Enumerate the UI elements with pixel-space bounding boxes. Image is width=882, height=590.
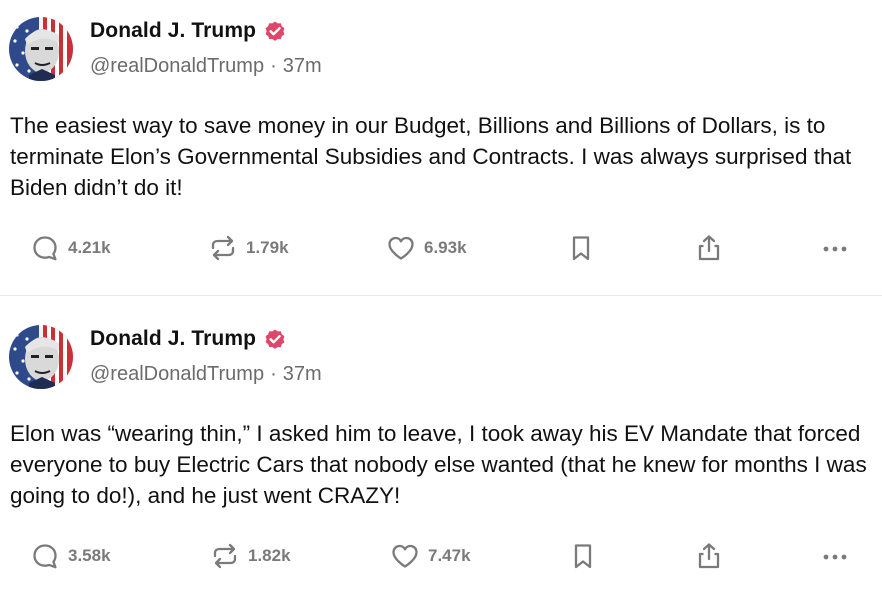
repost-count: 1.82k — [248, 546, 291, 565]
verified-badge-icon — [265, 21, 285, 41]
author-name[interactable]: Donald J. Trump — [90, 19, 256, 43]
like-count: 7.47k — [428, 546, 471, 565]
author-name[interactable]: Donald J. Trump — [90, 327, 256, 351]
post-actions: 3.58k 1.82k 7.47k — [0, 536, 882, 576]
bookmark-button[interactable] — [566, 228, 596, 268]
post-time[interactable]: 37m — [283, 363, 322, 385]
post: Donald J. Trump @realDonaldTrump · 37m The… — [0, 0, 882, 295]
post-actions: 4.21k 1.79k 6.93k — [0, 228, 882, 268]
more-icon — [823, 246, 847, 252]
repost-icon — [213, 543, 237, 569]
reply-button[interactable]: 4.21k — [30, 228, 111, 268]
reply-button[interactable]: 3.58k — [30, 536, 111, 576]
more-button[interactable] — [820, 228, 850, 268]
repost-button[interactable]: 1.82k — [210, 536, 291, 576]
reply-count: 3.58k — [68, 546, 111, 565]
author-row: Donald J. Trump — [90, 17, 287, 45]
post: Donald J. Trump @realDonaldTrump · 37m Elo… — [0, 295, 882, 590]
bookmark-icon — [572, 236, 590, 261]
repost-icon — [211, 235, 235, 261]
verified-badge-icon — [265, 329, 285, 349]
bookmark-button[interactable] — [568, 536, 598, 576]
post-meta: @realDonaldTrump · 37m — [90, 55, 322, 78]
post-meta: @realDonaldTrump · 37m — [90, 363, 322, 386]
post-text: Elon was “wearing thin,” I asked him to … — [10, 421, 867, 508]
more-button[interactable] — [820, 536, 850, 576]
heart-icon — [392, 544, 418, 568]
bookmark-icon — [574, 544, 592, 569]
share-button[interactable] — [694, 228, 724, 268]
author-row: Donald J. Trump — [90, 325, 287, 353]
post-time[interactable]: 37m — [283, 55, 322, 77]
heart-icon — [388, 236, 414, 260]
author-handle[interactable]: @realDonaldTrump — [90, 363, 264, 385]
meta-separator: · — [270, 363, 277, 385]
repost-count: 1.79k — [246, 238, 289, 257]
like-button[interactable]: 7.47k — [390, 536, 471, 576]
post-text: The easiest way to save money in our Bud… — [10, 113, 852, 200]
reply-count: 4.21k — [68, 238, 111, 257]
more-icon — [823, 554, 847, 560]
meta-separator: · — [270, 55, 277, 77]
like-count: 6.93k — [424, 238, 467, 257]
like-button[interactable]: 6.93k — [386, 228, 467, 268]
reply-icon — [33, 544, 57, 569]
avatar[interactable] — [9, 325, 73, 389]
share-icon — [698, 543, 720, 569]
share-icon — [698, 235, 720, 261]
repost-button[interactable]: 1.79k — [208, 228, 289, 268]
avatar[interactable] — [9, 17, 73, 81]
author-handle[interactable]: @realDonaldTrump — [90, 55, 264, 77]
reply-icon — [33, 236, 57, 261]
share-button[interactable] — [694, 536, 724, 576]
